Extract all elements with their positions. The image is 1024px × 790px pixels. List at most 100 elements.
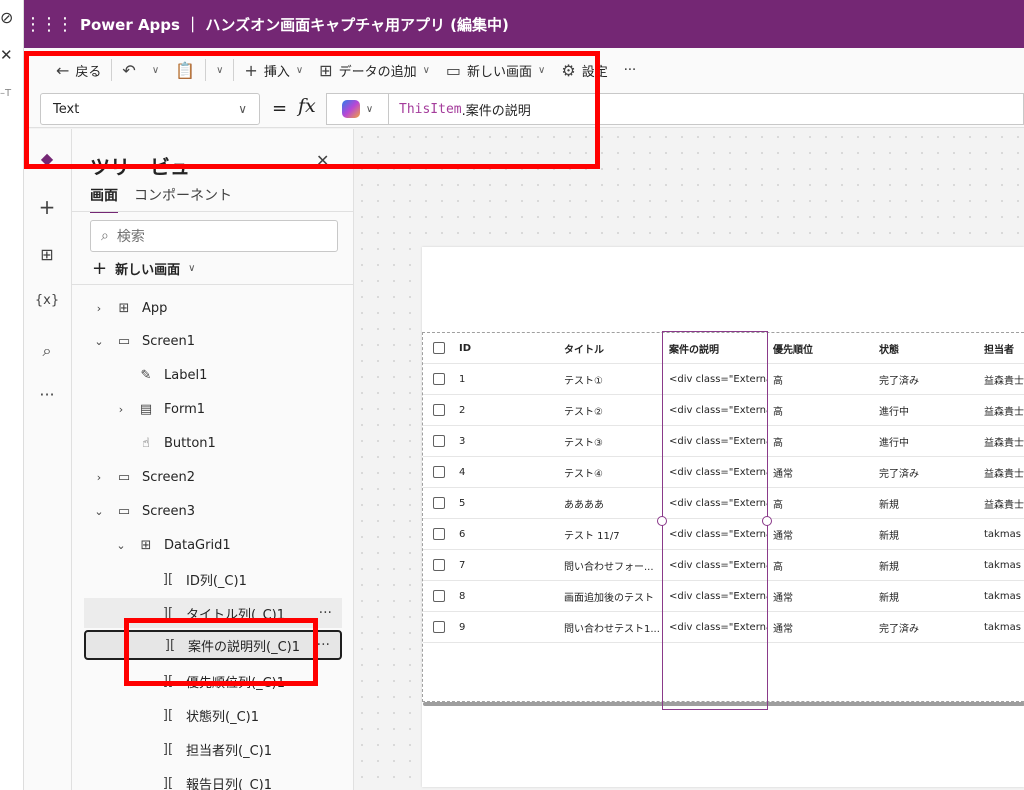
resize-handle-right[interactable] <box>762 516 772 526</box>
add-data-button[interactable]: ⊞ データの追加 ∨ <box>311 54 438 86</box>
property-dropdown[interactable]: Text ∨ <box>40 93 260 125</box>
tree-node-label: DataGrid1 <box>164 537 231 553</box>
tree-node[interactable]: ⌄ ▭ Screen3 <box>84 496 342 526</box>
expand-chevron-icon[interactable]: ⌄ <box>114 539 128 552</box>
undo-dropdown[interactable]: ∨ <box>144 54 167 86</box>
browser-pin-icon[interactable]: ⊘ <box>0 8 13 27</box>
expand-chevron-icon[interactable]: ⌄ <box>92 505 106 518</box>
tree-node[interactable]: ⌄ ▭ Screen1 <box>84 326 342 356</box>
grid-cell: <div class="Externa... <box>669 498 767 509</box>
tab-screens[interactable]: 画面 <box>90 185 118 213</box>
grid-cell: 進行中 <box>879 407 909 418</box>
tree-node[interactable]: ][担当者列(_C)1 <box>84 734 342 764</box>
waffle-icon[interactable]: ⋮⋮⋮ <box>24 14 74 35</box>
tree-node-label: ID列(_C)1 <box>186 573 247 589</box>
grid-cell: <div class="Externa... <box>669 560 767 571</box>
grid-cell: 問い合わせテスト1... <box>564 624 660 635</box>
tree-node[interactable]: ][案件の説明列(_C)1 ··· <box>84 630 342 660</box>
tree-node[interactable]: › ⊞ App <box>84 293 342 323</box>
search-icon[interactable]: ⌕ <box>24 341 70 361</box>
tree-node[interactable]: ✎ Label1 <box>84 360 342 390</box>
tree-node[interactable]: ][タイトル列(_C)1 ··· <box>84 598 342 628</box>
control-type-icon: ⊞ <box>140 537 152 553</box>
more-commands-button[interactable]: ··· <box>616 54 644 86</box>
chevron-down-icon: ∨ <box>216 64 224 76</box>
grid-cell: 新規 <box>879 593 899 604</box>
table-row[interactable]: 9 問い合わせテスト1... <div class="Externa... 通常 完了済… <box>423 612 1024 643</box>
paste-button[interactable]: 📋 <box>167 54 203 86</box>
copilot-button[interactable]: ∨ <box>326 93 388 125</box>
tree-node-label: 優先順位列(_C)1 <box>186 675 285 691</box>
row-checkbox[interactable] <box>433 528 445 540</box>
grid-cell: <div class="Externa... <box>669 529 767 540</box>
row-checkbox[interactable] <box>433 590 445 602</box>
row-checkbox[interactable] <box>433 404 445 416</box>
data-icon[interactable]: ⊞ <box>24 245 70 264</box>
tree-node[interactable]: ][報告日列(_C)1 <box>84 768 342 790</box>
select-all-checkbox[interactable] <box>433 342 445 354</box>
add-data-label: データの追加 <box>338 64 417 80</box>
grid-cell: <div class="Externa... <box>669 405 767 416</box>
plus-icon: + <box>92 258 108 279</box>
resize-handle-left[interactable] <box>657 516 667 526</box>
tree-node[interactable]: › ▭ Screen2 <box>84 462 342 492</box>
paste-dropdown[interactable]: ∨ <box>208 54 231 86</box>
expand-chevron-icon[interactable]: › <box>114 403 128 416</box>
layers-icon[interactable]: ◆ <box>24 149 70 168</box>
undo-icon: ↶ <box>122 60 136 80</box>
grid-cell: <div class="Externa... <box>669 622 767 633</box>
row-checkbox[interactable] <box>433 621 445 633</box>
node-more-icon[interactable]: ··· <box>317 637 330 653</box>
screen-preview[interactable]: ID タイトル 案件の説明 優先順位 状態 担当者 1 テスト① <div class="Ext… <box>422 247 1024 787</box>
control-type-icon: ▭ <box>117 469 131 485</box>
tree-node-label: Screen2 <box>142 469 195 485</box>
tree-node[interactable]: ][優先順位列(_C)1 <box>84 666 342 696</box>
undo-button[interactable]: ↶ <box>114 54 143 86</box>
table-row[interactable]: 8 画面追加後のテスト <div class="Externa... 通常 新規 takm… <box>423 581 1024 612</box>
plus-icon[interactable]: + <box>24 195 70 219</box>
settings-button[interactable]: ⚙ 設定 <box>553 54 615 86</box>
new-screen-button[interactable]: ▭ 新しい画面 ∨ <box>438 54 553 86</box>
back-button[interactable]: ← 戻る <box>48 54 109 86</box>
grid-cell: 1 <box>459 374 466 385</box>
tree-search-input[interactable]: ⌕ 検索 <box>90 220 338 252</box>
table-row[interactable]: 2 テスト② <div class="Externa... 高 進行中 益森貴士 <box>423 395 1024 426</box>
table-row[interactable]: 7 問い合わせフォー... <div class="Externa... 高 新規 tak… <box>423 550 1024 581</box>
table-row[interactable]: 3 テスト③ <div class="Externa... 高 進行中 益森貴士 <box>423 426 1024 457</box>
new-screen-button[interactable]: + 新しい画面 ∨ <box>92 258 195 279</box>
row-checkbox[interactable] <box>433 466 445 478</box>
browser-close-icon[interactable]: ✕ <box>0 46 13 64</box>
row-checkbox[interactable] <box>433 559 445 571</box>
expand-chevron-icon[interactable]: › <box>92 471 106 484</box>
tab-components[interactable]: コンポーネント <box>134 185 232 205</box>
row-checkbox[interactable] <box>433 497 445 509</box>
table-row[interactable]: 1 テスト① <div class="Externa... 高 完了済み 益森貴士 <box>423 364 1024 395</box>
table-row[interactable]: 6 テスト 11/7 <div class="Externa... 通常 新規 takma… <box>423 519 1024 550</box>
close-icon[interactable]: ✕ <box>316 151 329 170</box>
tree-node[interactable]: ][ID列(_C)1 <box>84 564 342 594</box>
insert-button[interactable]: + 挿入 ∨ <box>236 54 311 86</box>
expand-chevron-icon[interactable]: ⌄ <box>92 335 106 348</box>
grid-header-row[interactable]: ID タイトル 案件の説明 優先順位 状態 担当者 <box>423 333 1024 364</box>
tree-node[interactable]: ☝ Button1 <box>84 428 342 458</box>
grid-cell: 8 <box>459 591 466 602</box>
formula-input[interactable]: ThisItem .案件の説明 <box>388 93 1024 125</box>
expand-chevron-icon[interactable]: › <box>92 302 106 315</box>
grid-cell: 5 <box>459 498 466 509</box>
design-canvas[interactable]: ID タイトル 案件の説明 優先順位 状態 担当者 1 テスト① <div class="Ext… <box>354 129 1024 790</box>
table-row[interactable]: 5 ああああ <div class="Externa... 高 新規 益森貴士 <box>423 488 1024 519</box>
grid-horizontal-scrollbar[interactable] <box>423 702 1024 706</box>
tree-node[interactable]: › ▤ Form1 <box>84 394 342 424</box>
data-grid[interactable]: ID タイトル 案件の説明 優先順位 状態 担当者 1 テスト① <div class="Ext… <box>422 332 1024 706</box>
node-more-icon[interactable]: ··· <box>319 605 332 621</box>
tree-node[interactable]: ⌄ ⊞ DataGrid1 <box>84 530 342 560</box>
variables-icon[interactable]: {x} <box>24 293 70 308</box>
row-checkbox[interactable] <box>433 435 445 447</box>
grid-cell: テスト② <box>564 407 603 418</box>
row-checkbox[interactable] <box>433 373 445 385</box>
table-row[interactable]: 4 テスト④ <div class="Externa... 通常 完了済み 益森貴士 <box>423 457 1024 488</box>
formula-bar: Text ∨ = fx ∨ ThisItem .案件の説明 <box>24 92 1024 128</box>
tree-node[interactable]: ][状態列(_C)1 <box>84 700 342 730</box>
column-header: タイトル <box>564 345 604 356</box>
more-icon[interactable]: ··· <box>24 385 70 404</box>
